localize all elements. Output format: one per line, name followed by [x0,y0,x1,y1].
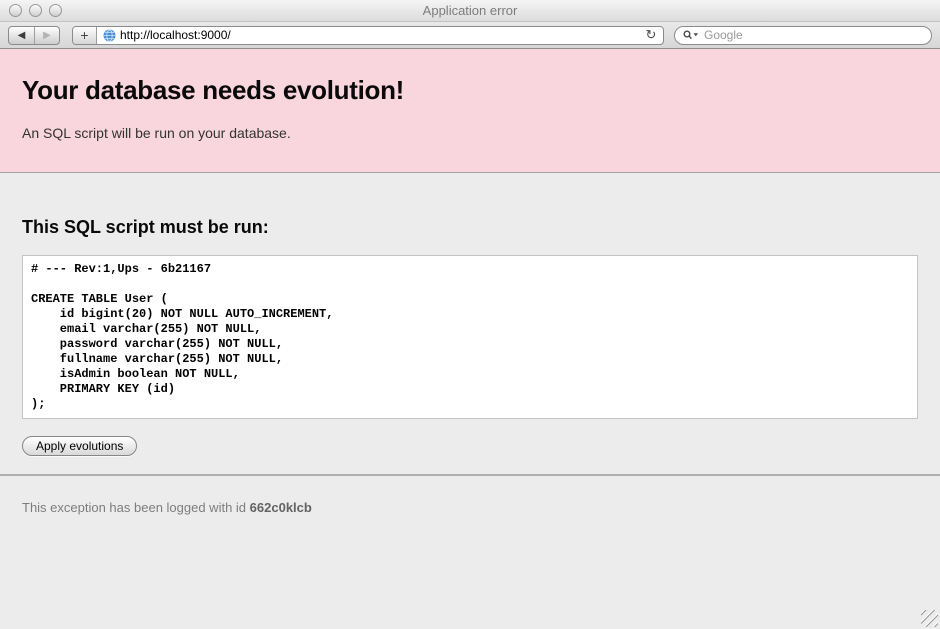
address-bar: + ↻ [72,26,664,45]
script-heading: This SQL script must be run: [22,217,918,238]
search-icon [683,30,699,40]
exception-log-note: This exception has been logged with id 6… [22,500,940,515]
nav-button-group: ◀ ▶ [8,26,60,45]
forward-icon: ▶ [43,30,51,41]
browser-toolbar: ◀ ▶ + ↻ [0,22,940,49]
resize-grip-icon[interactable] [921,610,938,627]
window-titlebar[interactable]: Application error [0,0,940,22]
search-field [674,26,932,45]
back-button[interactable]: ◀ [9,27,34,44]
page-content: This SQL script must be run: # --- Rev:1… [0,173,940,629]
reload-button[interactable]: ↻ [639,27,663,44]
exception-log-text: This exception has been logged with id [22,500,246,515]
window-title: Application error [0,3,940,18]
reload-icon: ↻ [646,27,657,42]
exception-log-id: 662c0klcb [250,500,312,515]
sql-script-box: # --- Rev:1,Ups - 6b21167 CREATE TABLE U… [22,255,918,419]
new-tab-button[interactable]: + [73,27,97,44]
page-title: Your database needs evolution! [22,75,918,106]
apply-evolutions-button[interactable]: Apply evolutions [22,436,137,456]
page-subtitle: An SQL script will be run on your databa… [22,125,918,141]
footer-divider [0,474,940,476]
search-input[interactable] [704,28,923,42]
evolution-banner: Your database needs evolution! An SQL sc… [0,49,940,173]
globe-favicon-icon [103,29,116,42]
back-icon: ◀ [18,30,26,41]
url-input[interactable] [120,28,639,42]
forward-button[interactable]: ▶ [34,27,59,44]
browser-window: Application error ◀ ▶ + ↻ [0,0,940,629]
